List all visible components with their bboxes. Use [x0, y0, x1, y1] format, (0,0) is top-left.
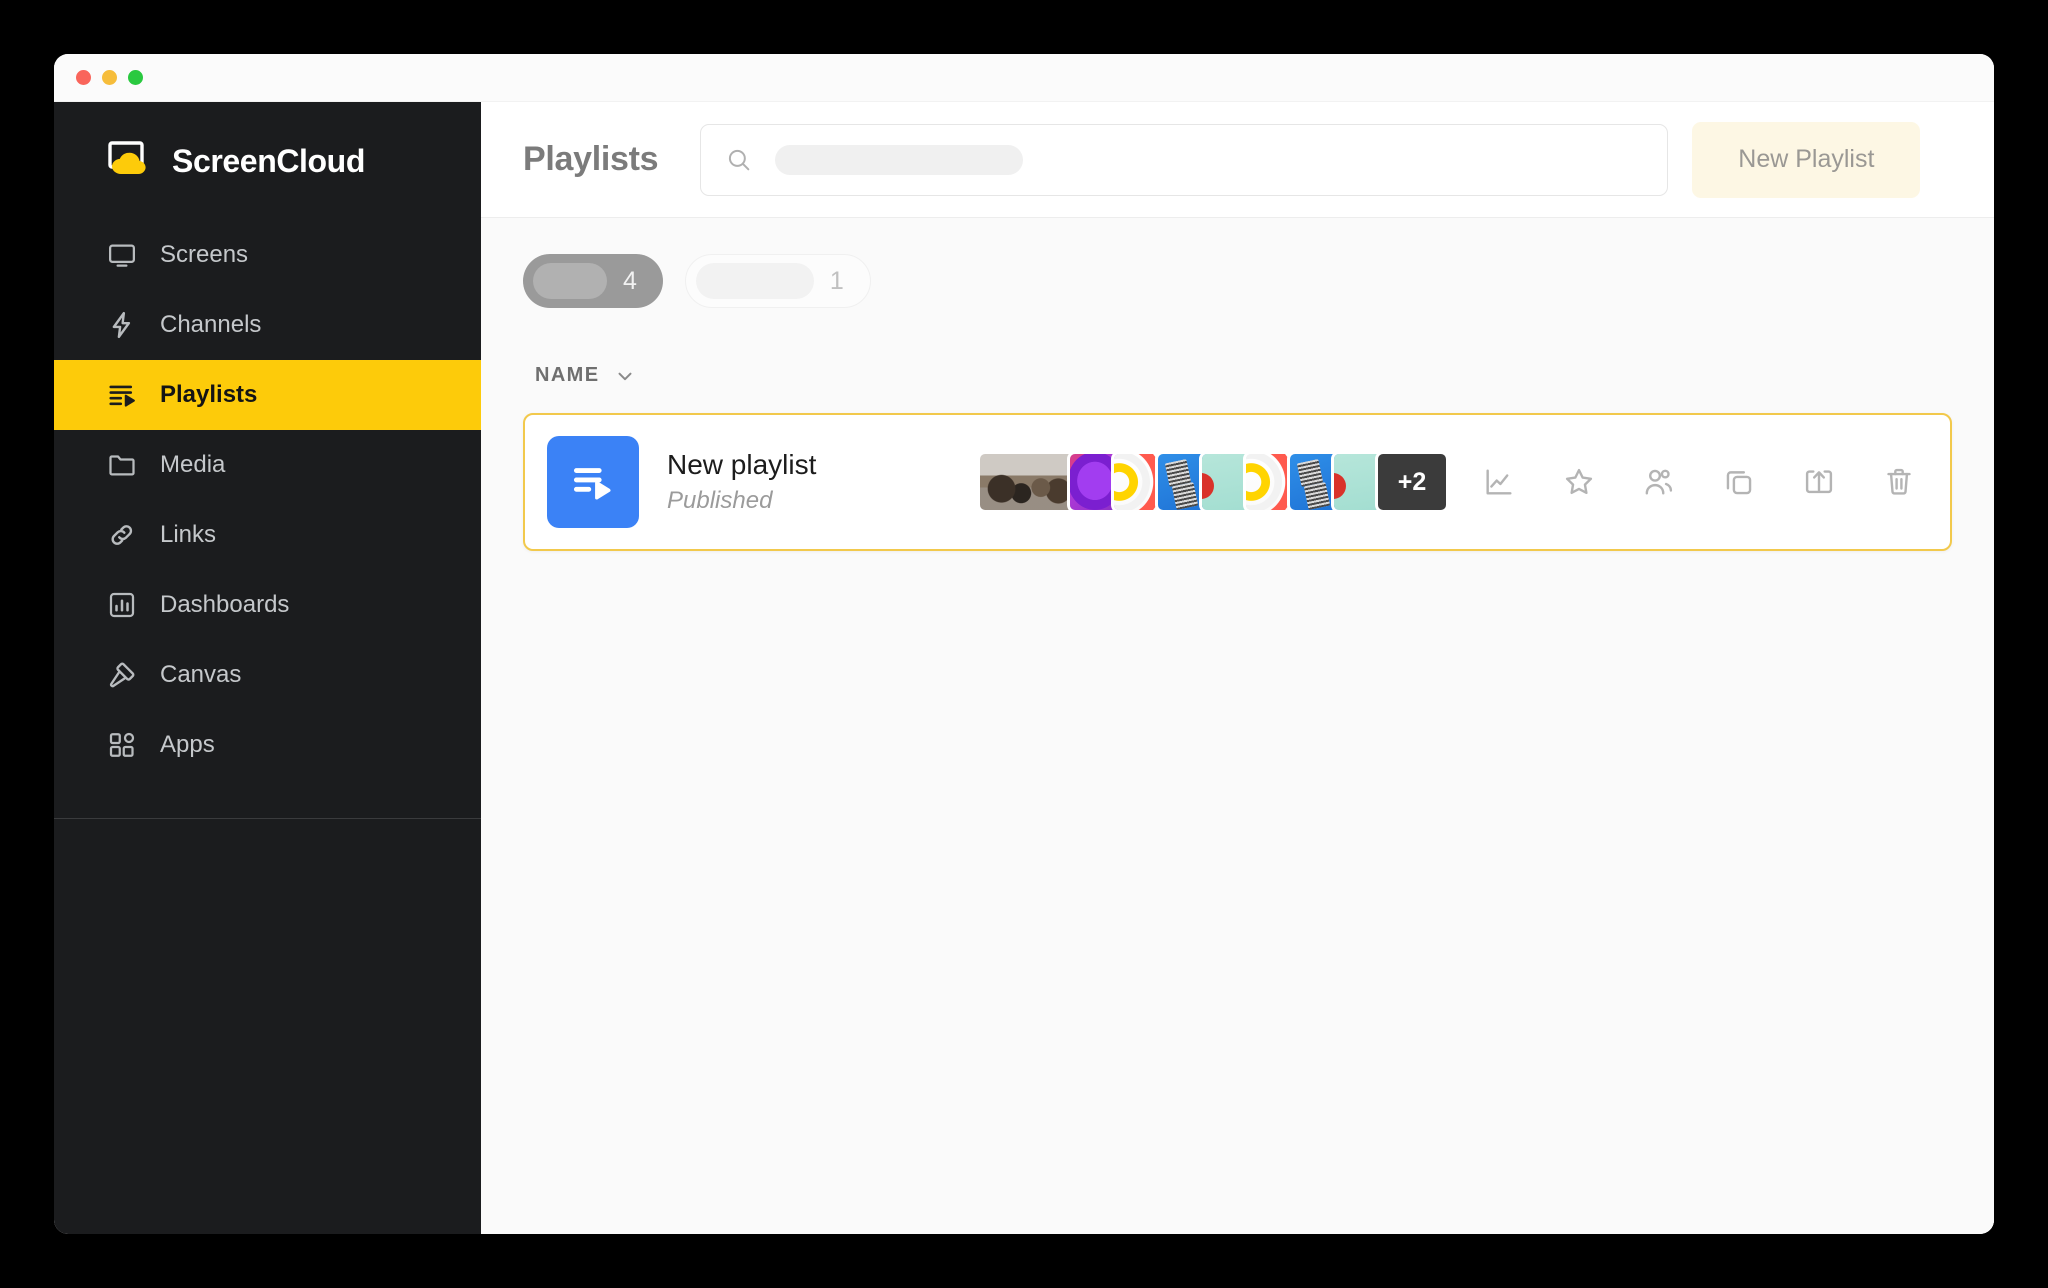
sidebar-item-label: Channels	[160, 311, 262, 338]
lightning-icon	[106, 309, 138, 341]
trash-icon[interactable]	[1882, 465, 1916, 499]
column-header-name[interactable]: NAME	[523, 364, 1952, 387]
paint-roller-icon	[106, 659, 138, 691]
row-texts: New playlist Published	[667, 449, 967, 515]
sidebar-item-label: Apps	[160, 731, 215, 758]
app-window: ScreenCloud Screens Channels Playlists M…	[54, 54, 1994, 1234]
search-placeholder-redacted	[775, 144, 1024, 175]
sidebar: ScreenCloud Screens Channels Playlists M…	[54, 102, 481, 1234]
apps-grid-icon	[106, 729, 138, 761]
folder-icon	[106, 449, 138, 481]
minimize-window-button[interactable]	[102, 70, 117, 85]
sidebar-item-label: Dashboards	[160, 591, 290, 618]
sidebar-item-playlists[interactable]: Playlists	[54, 360, 481, 430]
playlist-tile-icon	[547, 436, 639, 528]
sidebar-item-label: Canvas	[160, 661, 242, 688]
sidebar-empty-space	[54, 819, 481, 1234]
sidebar-item-label: Media	[160, 451, 226, 478]
bar-chart-icon	[106, 589, 138, 621]
sidebar-item-canvas[interactable]: Canvas	[54, 640, 481, 710]
thumbnail-more-count: +2	[1375, 451, 1449, 513]
table-row[interactable]: New playlist Published +2	[523, 413, 1952, 551]
filter-pill-count: 1	[829, 266, 844, 295]
playlist-icon	[106, 379, 138, 411]
filter-pill-row: 4 1	[523, 254, 1952, 308]
search-icon	[725, 146, 753, 174]
sidebar-item-dashboards[interactable]: Dashboards	[54, 570, 481, 640]
sidebar-item-label: Screens	[160, 241, 249, 268]
publish-upload-icon[interactable]	[1802, 465, 1836, 499]
main-area: Playlists New Playlist 4 1 NAME New play…	[481, 102, 1994, 1234]
status-badge: Published	[667, 487, 773, 514]
column-header-label: NAME	[535, 364, 600, 386]
share-users-icon[interactable]	[1642, 465, 1676, 499]
star-icon[interactable]	[1562, 465, 1596, 499]
window-titlebar	[54, 54, 1994, 102]
thumb-meeting-photo	[977, 451, 1081, 513]
main-content: 4 1 NAME New playlist Published +2	[481, 218, 1994, 1234]
new-playlist-button[interactable]: New Playlist	[1692, 121, 1921, 198]
sidebar-item-links[interactable]: Links	[54, 500, 481, 570]
screencloud-cloud-logo-icon	[106, 141, 152, 181]
sidebar-item-label: Links	[160, 521, 217, 548]
filter-pill-label-redacted	[695, 263, 814, 299]
thumbnail-strip[interactable]: +2	[977, 451, 1449, 513]
sidebar-item-screens[interactable]: Screens	[54, 220, 481, 290]
row-actions	[1482, 465, 1916, 499]
duplicate-icon[interactable]	[1722, 465, 1756, 499]
filter-pill-selected[interactable]: 4	[523, 254, 663, 308]
playlist-name: New playlist	[667, 449, 817, 480]
sidebar-item-channels[interactable]: Channels	[54, 290, 481, 360]
main-header: Playlists New Playlist	[481, 102, 1994, 218]
sidebar-nav: Screens Channels Playlists Media Links D…	[54, 220, 481, 780]
sidebar-item-label: Playlists	[160, 381, 258, 408]
close-window-button[interactable]	[76, 70, 91, 85]
chevron-down-icon	[614, 365, 636, 387]
monitor-icon	[106, 239, 138, 271]
filter-pill-label-redacted	[533, 263, 607, 299]
maximize-window-button[interactable]	[128, 70, 143, 85]
link-icon	[106, 519, 138, 551]
window-body: ScreenCloud Screens Channels Playlists M…	[54, 102, 1994, 1234]
sidebar-item-apps[interactable]: Apps	[54, 710, 481, 780]
brand-name: ScreenCloud	[172, 142, 365, 179]
brand: ScreenCloud	[54, 102, 481, 220]
sidebar-item-media[interactable]: Media	[54, 430, 481, 500]
filter-pill-count: 4	[623, 266, 637, 295]
page-title: Playlists	[523, 140, 659, 178]
analytics-icon[interactable]	[1482, 465, 1516, 499]
search-input[interactable]	[700, 123, 1669, 196]
filter-pill-unselected[interactable]: 1	[684, 254, 871, 308]
